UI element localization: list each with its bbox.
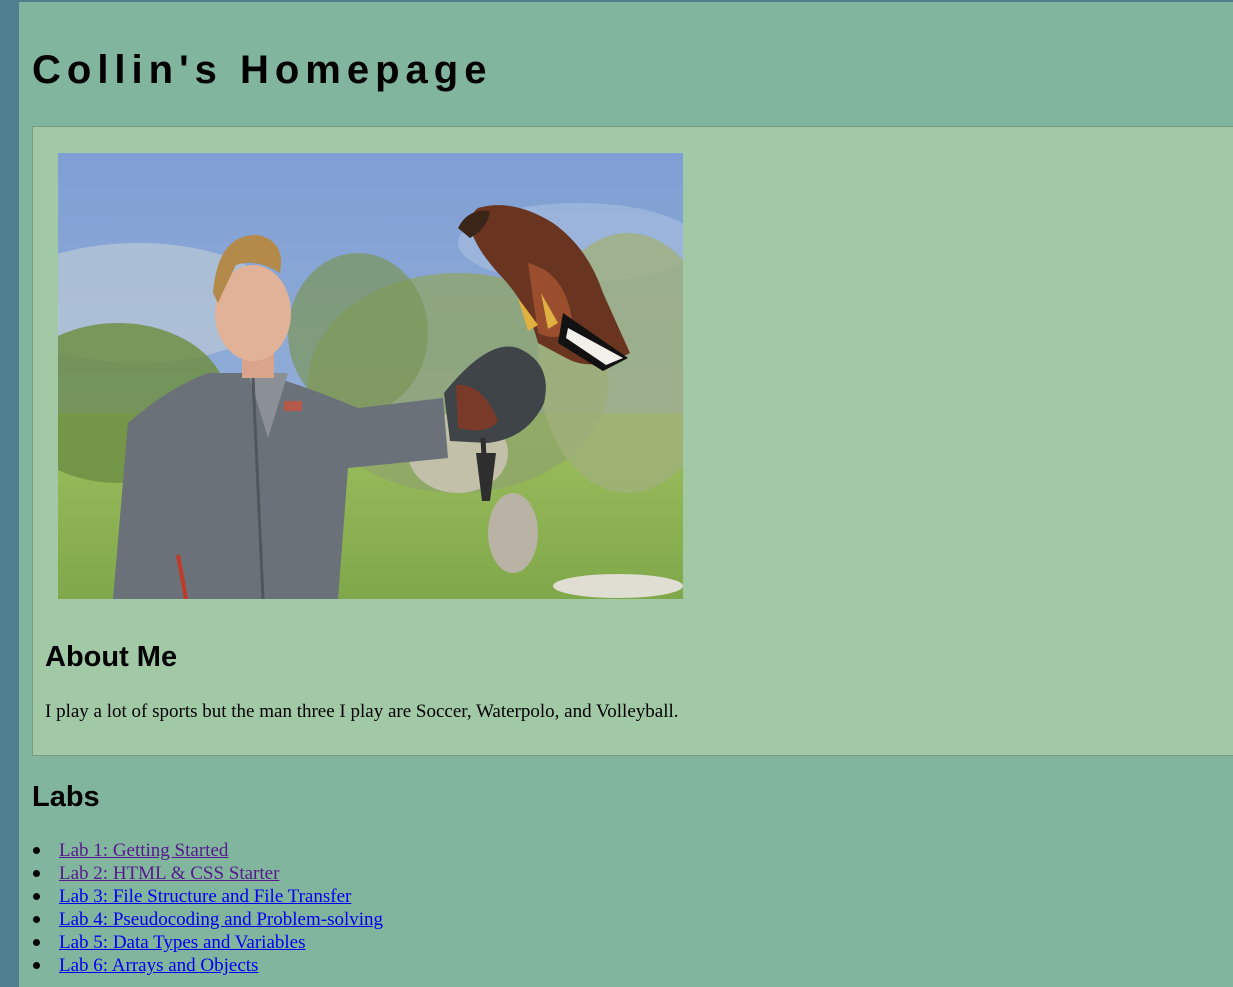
lab-6-link[interactable]: Lab 6: Arrays and Objects [59,955,258,976]
lab-4-link[interactable]: Lab 4: Pseudocoding and Problem-solving [59,909,383,930]
labs-heading: Labs [32,781,100,813]
lab-1-link[interactable]: Lab 1: Getting Started [59,840,228,861]
list-item: Lab 4: Pseudocoding and Problem-solving [33,908,383,931]
bullet-icon [33,962,40,969]
lab-3-link[interactable]: Lab 3: File Structure and File Transfer [59,886,351,907]
page-title: Collin's Homepage [32,48,493,92]
page: Collin's Homepage About Me I play a lot … [19,2,1233,987]
bullet-icon [33,893,40,900]
profile-photo [58,153,683,599]
bullet-icon [33,939,40,946]
bullet-icon [33,847,40,854]
list-item: Lab 6: Arrays and Objects [33,954,383,977]
about-panel: About Me I play a lot of sports but the … [32,126,1233,756]
list-item: Lab 1: Getting Started [33,839,383,862]
list-item: Lab 5: Data Types and Variables [33,931,383,954]
list-item: Lab 2: HTML & CSS Starter [33,862,383,885]
list-item: Lab 3: File Structure and File Transfer [33,885,383,908]
labs-list: Lab 1: Getting Started Lab 2: HTML & CSS… [33,839,383,977]
about-text: I play a lot of sports but the man three… [45,701,679,722]
lab-2-link[interactable]: Lab 2: HTML & CSS Starter [59,863,279,884]
bullet-icon [33,870,40,877]
bullet-icon [33,916,40,923]
lab-5-link[interactable]: Lab 5: Data Types and Variables [59,932,305,953]
about-heading: About Me [45,641,178,673]
